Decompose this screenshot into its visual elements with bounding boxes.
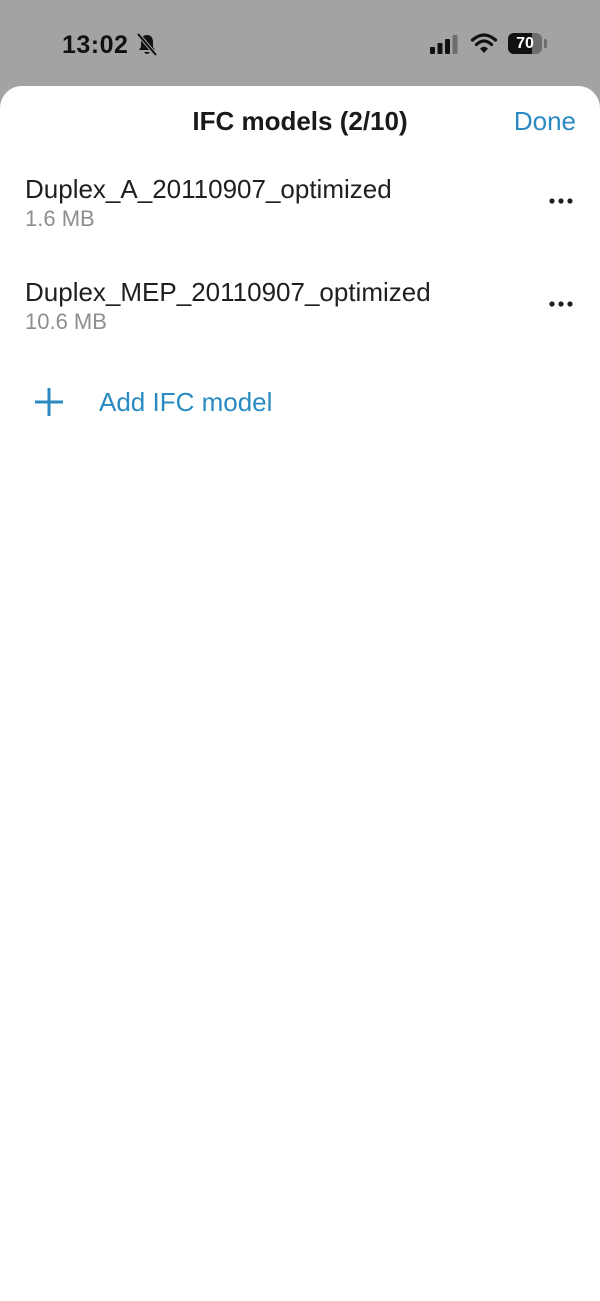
status-time: 13:02 bbox=[62, 31, 129, 59]
sheet-title: IFC models (2/10) bbox=[192, 106, 408, 136]
ellipsis-icon bbox=[549, 198, 573, 204]
battery-nub bbox=[544, 39, 547, 48]
sheet-header: IFC models (2/10) Done bbox=[0, 86, 600, 156]
model-item[interactable]: Duplex_MEP_20110907_optimized 10.6 MB bbox=[0, 275, 600, 378]
more-options-button[interactable] bbox=[546, 289, 576, 319]
model-item[interactable]: Duplex_A_20110907_optimized 1.6 MB bbox=[0, 172, 600, 275]
done-button[interactable]: Done bbox=[514, 106, 576, 136]
model-name: Duplex_A_20110907_optimized bbox=[25, 174, 392, 204]
battery-level: 70 bbox=[516, 35, 534, 52]
model-size: 1.6 MB bbox=[25, 206, 95, 231]
cellular-signal-icon bbox=[430, 35, 458, 54]
plus-icon bbox=[35, 388, 63, 416]
model-name: Duplex_MEP_20110907_optimized bbox=[25, 277, 431, 307]
battery-indicator: 70 bbox=[508, 33, 542, 54]
bell-slash-icon bbox=[136, 33, 158, 57]
add-ifc-model-button[interactable]: Add IFC model bbox=[0, 378, 600, 428]
wifi-icon bbox=[470, 33, 498, 53]
add-ifc-model-label: Add IFC model bbox=[99, 387, 273, 417]
status-bar: 13:02 70 bbox=[0, 0, 600, 86]
ifc-models-sheet: IFC models (2/10) Done Duplex_A_20110907… bbox=[0, 86, 600, 1301]
ellipsis-icon bbox=[549, 301, 573, 307]
more-options-button[interactable] bbox=[546, 186, 576, 216]
model-size: 10.6 MB bbox=[25, 309, 107, 334]
model-list: Duplex_A_20110907_optimized 1.6 MB Duple… bbox=[0, 172, 600, 378]
